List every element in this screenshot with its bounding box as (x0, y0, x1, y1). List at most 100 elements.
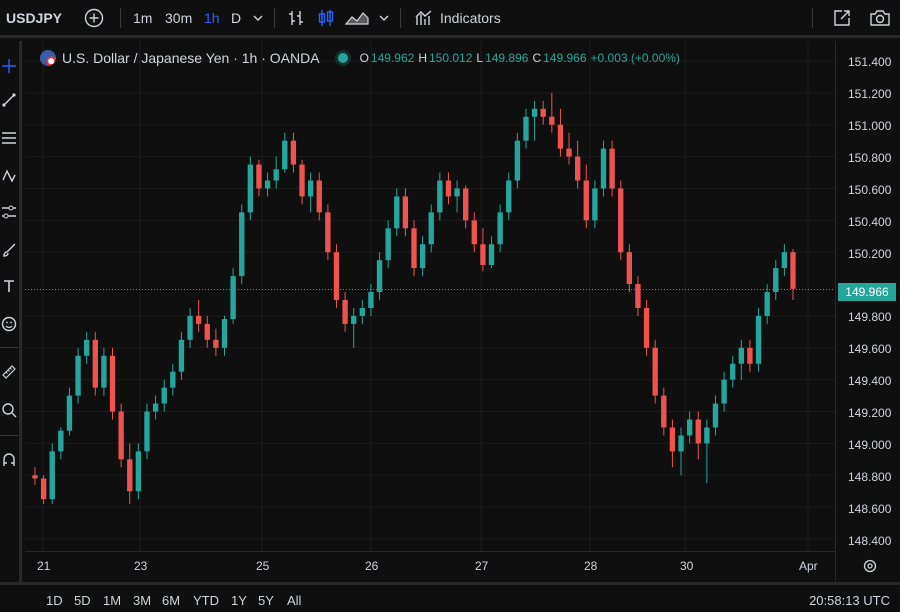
range-1m[interactable]: 1M (103, 593, 121, 608)
candle-body (773, 268, 779, 293)
screenshot-button[interactable] (869, 0, 891, 35)
candle (247, 156, 254, 221)
symbol-search[interactable]: USDJPY (6, 0, 62, 35)
candle (307, 172, 314, 213)
range-5y[interactable]: 5Y (258, 593, 274, 608)
range-1y[interactable]: 1Y (231, 593, 247, 608)
candle-body (170, 371, 176, 388)
candle (204, 315, 210, 348)
candle-body (712, 403, 719, 428)
interval-30m[interactable]: 30m (165, 0, 192, 35)
chart-type-dropdown[interactable] (378, 0, 390, 35)
market-status-dot[interactable] (337, 53, 348, 63)
candle-body (738, 347, 744, 364)
pattern-tool[interactable] (0, 165, 18, 187)
time-axis[interactable]: 21 23 25 26 27 28 30 Apr (25, 551, 836, 581)
candle-body (394, 196, 400, 229)
range-ytd[interactable]: YTD (193, 593, 219, 608)
candle (187, 307, 193, 348)
emoji-tool[interactable] (0, 313, 18, 335)
horizontal-lines-icon (2, 132, 16, 144)
candle (643, 300, 650, 356)
candle (394, 188, 400, 237)
candle-body (230, 276, 236, 320)
interval-d[interactable]: D (231, 0, 241, 35)
candle (618, 180, 624, 261)
trend-line-tool[interactable] (0, 89, 18, 111)
smiley-icon (1, 316, 17, 332)
candle (566, 132, 572, 165)
crosshair-tool[interactable] (0, 55, 18, 77)
price-tick: 150.400 (848, 215, 892, 229)
bar-style-button[interactable] (286, 0, 306, 35)
candle (299, 159, 305, 205)
candle-body (92, 339, 98, 388)
legend-high-value: 150.012 (428, 51, 473, 65)
legend-title[interactable]: U.S. Dollar / Japanese Yen · 1h · OANDA (62, 50, 320, 66)
candle (781, 244, 788, 277)
candle-body (411, 228, 417, 269)
area-style-button[interactable] (344, 0, 370, 35)
candle (609, 140, 615, 197)
magnet-tool[interactable] (0, 449, 18, 471)
candle (144, 403, 150, 460)
range-1d[interactable]: 1D (46, 593, 63, 608)
candle-body (402, 196, 409, 229)
indicators-button[interactable]: Indicators (414, 0, 501, 35)
snapshot-expand-button[interactable] (832, 0, 852, 35)
range-all[interactable]: All (287, 593, 301, 608)
interval-label: 1m (133, 9, 153, 26)
candle (600, 140, 607, 197)
range-5d[interactable]: 5D (74, 593, 91, 608)
candle-body (325, 212, 331, 253)
interval-1h[interactable]: 1h (204, 0, 220, 35)
text-tool[interactable] (0, 275, 18, 297)
candle-body (316, 180, 322, 213)
candle-body (109, 355, 116, 412)
fib-tool[interactable] (0, 127, 18, 149)
candle-body (540, 108, 546, 117)
legend-close-label: C (532, 51, 542, 65)
measure-tool[interactable] (0, 361, 18, 383)
drawing-toolbar (0, 41, 22, 587)
candle (790, 249, 796, 300)
chart-pane[interactable] (25, 41, 835, 551)
external-link-icon (834, 9, 850, 26)
price-chart[interactable] (25, 41, 835, 551)
symbol-label: USDJPY (6, 9, 63, 26)
brush-tool[interactable] (0, 239, 18, 261)
chart-legend: U.S. Dollar / Japanese Yen · 1h · OANDA … (40, 48, 684, 68)
price-tick: 148.600 (848, 502, 892, 516)
interval-1m[interactable]: 1m (133, 0, 152, 35)
candle-body (704, 427, 710, 444)
candle-body (299, 164, 305, 197)
forecast-tool[interactable] (0, 201, 18, 223)
range-3m[interactable]: 3M (133, 593, 151, 608)
candle-body (686, 419, 693, 436)
candle (152, 395, 159, 420)
candle (402, 188, 409, 237)
candle (170, 363, 176, 396)
chevron-down-icon (253, 15, 263, 21)
interval-label: 1h (204, 9, 220, 26)
price-tick: 149.200 (848, 406, 892, 420)
indicators-label: Indicators (440, 9, 501, 26)
range-6m[interactable]: 6M (162, 593, 180, 608)
candle-body (618, 188, 624, 253)
candle-body (247, 164, 254, 213)
utc-clock[interactable]: 20:58:13 UTC (809, 593, 890, 608)
price-tick: 151.200 (848, 87, 892, 101)
price-axis[interactable]: 151.400 151.200 151.000 150.800 150.600 … (836, 41, 900, 581)
compare-symbol-button[interactable] (84, 0, 104, 35)
zoom-tool[interactable] (0, 399, 18, 421)
candle (635, 276, 641, 316)
text-icon (4, 280, 14, 292)
interval-dropdown[interactable] (252, 0, 264, 35)
legend-close-value: 149.966 (543, 51, 587, 65)
candle-body (195, 315, 202, 324)
candle-body (669, 427, 676, 452)
chart-settings-button[interactable] (862, 558, 878, 574)
candles-style-button[interactable] (316, 0, 336, 35)
candle-body (721, 379, 727, 404)
candle-body (256, 164, 262, 189)
